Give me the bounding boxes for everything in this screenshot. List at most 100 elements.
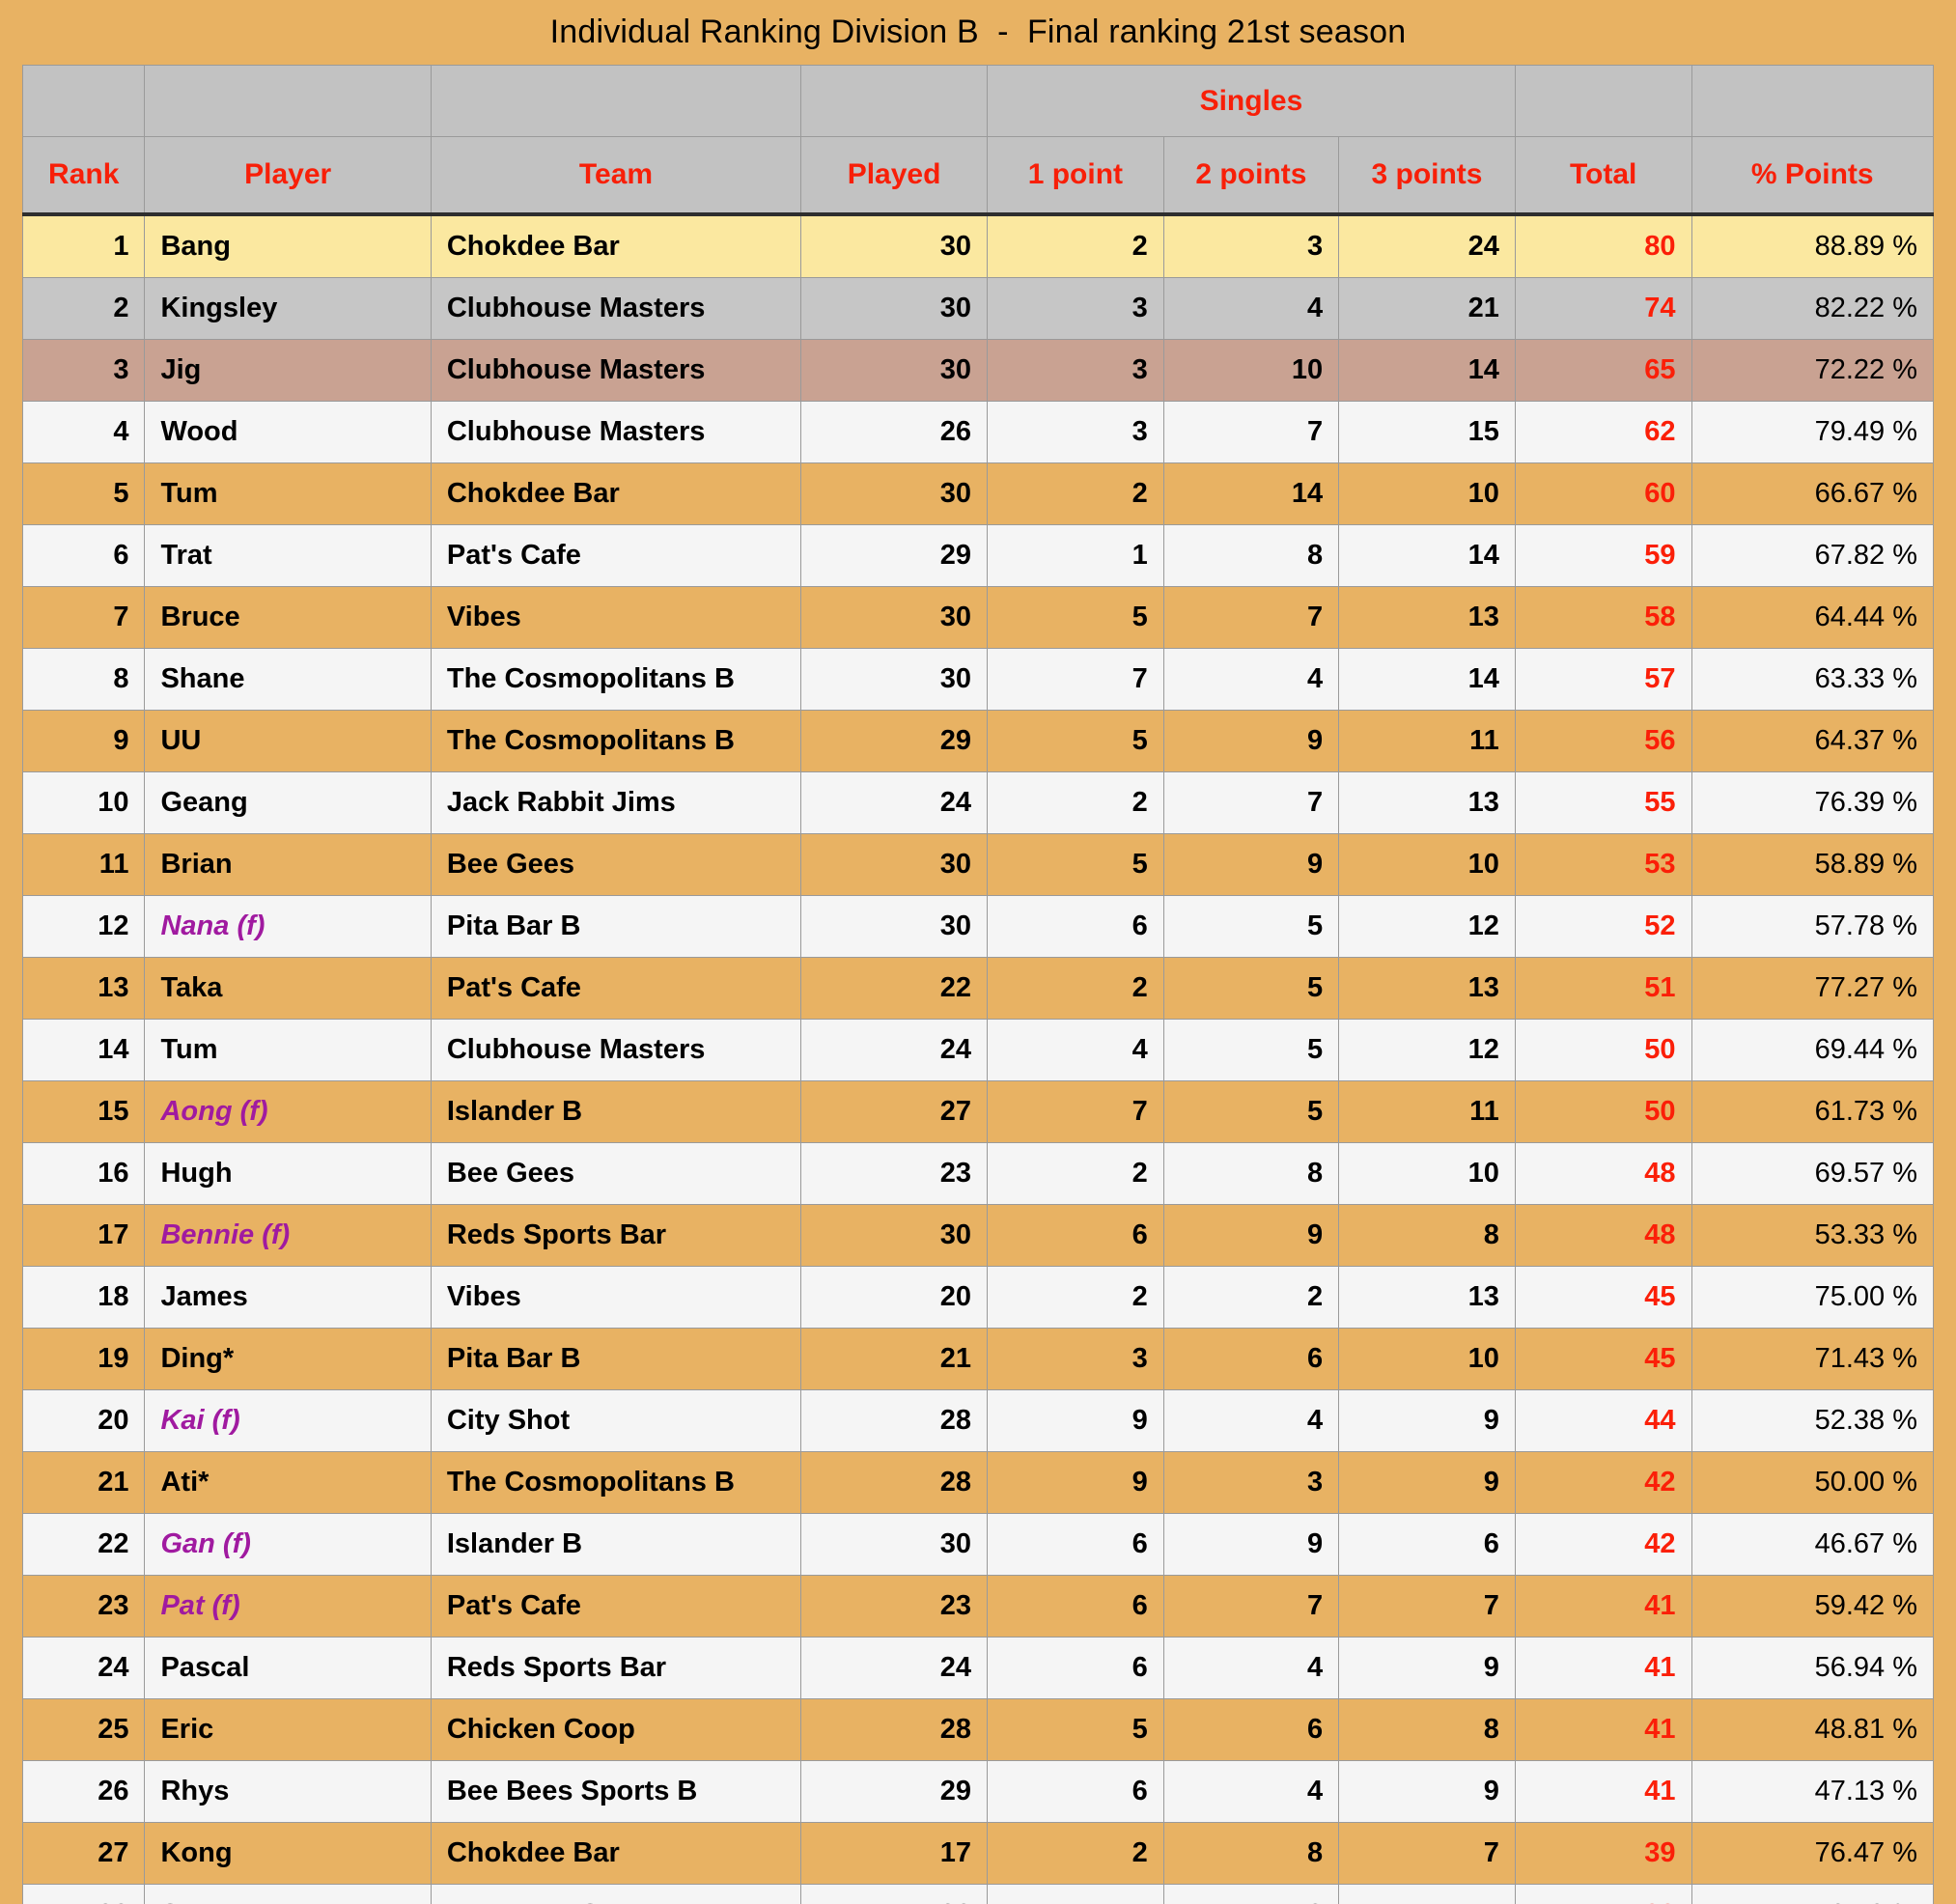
column-header-3-points[interactable]: 3 points — [1338, 136, 1516, 216]
table-row[interactable]: 21 Ati* The Cosmopolitans B 28 9 3 9 42 50.00 % — [21, 1451, 1935, 1514]
table-cell-3-points: 10 — [1338, 833, 1516, 896]
table-cell-played: 29 — [800, 1760, 989, 1823]
table-cell-player: Aong (f) — [144, 1080, 432, 1143]
table-cell-1-point: 5 — [987, 1698, 1164, 1761]
table-row[interactable]: 10 Geang Jack Rabbit Jims 24 2 7 13 55 76.39 % — [21, 771, 1935, 834]
table-cell-player: Taka — [144, 957, 432, 1020]
table-cell-rank: 11 — [21, 833, 146, 896]
column-header-2-points[interactable]: 2 points — [1162, 136, 1340, 216]
table-cell-played: 28 — [800, 1451, 989, 1514]
table-cell-team: Pita Bar B — [430, 1328, 802, 1390]
table-row[interactable]: 25 Eric Chicken Coop 28 5 6 8 41 48.81 % — [21, 1698, 1935, 1761]
table-cell-rank: 14 — [21, 1019, 146, 1081]
table-cell-2-points: 8 — [1162, 1822, 1340, 1885]
table-row[interactable]: 13 Taka Pat's Cafe 22 2 5 13 51 77.27 % — [21, 957, 1935, 1020]
table-cell-2-points: 2 — [1162, 1266, 1340, 1329]
table-cell-total: 56 — [1514, 710, 1692, 772]
table-cell-3-points: 9 — [1338, 1760, 1516, 1823]
column-header-1-point[interactable]: 1 point — [987, 136, 1164, 216]
table-cell-played: 21 — [800, 1328, 989, 1390]
table-cell-pct-points: 48.72 % — [1691, 1884, 1935, 1904]
table-cell-3-points: 13 — [1338, 1266, 1516, 1329]
table-cell-3-points: 13 — [1338, 771, 1516, 834]
table-row[interactable]: 7 Bruce Vibes 30 5 7 13 58 64.44 % — [21, 586, 1935, 649]
table-cell-total: 62 — [1514, 401, 1692, 463]
table-row[interactable]: 6 Trat Pat's Cafe 29 1 8 14 59 67.82 % — [21, 524, 1935, 587]
table-row[interactable]: 12 Nana (f) Pita Bar B 30 6 5 12 52 57.78 % — [21, 895, 1935, 958]
table-cell-1-point: 2 — [987, 1822, 1164, 1885]
column-header-team[interactable]: Team — [430, 136, 802, 216]
table-cell-total: 41 — [1514, 1760, 1692, 1823]
table-row[interactable]: 9 UU The Cosmopolitans B 29 5 9 11 56 64.37 % — [21, 710, 1935, 772]
table-cell-total: 41 — [1514, 1575, 1692, 1638]
table-row[interactable]: 20 Kai (f) City Shot 28 9 4 9 44 52.38 % — [21, 1389, 1935, 1452]
table-cell-team: Chokdee Bar — [430, 1822, 802, 1885]
table-cell-total: 58 — [1514, 586, 1692, 649]
column-header-player[interactable]: Player — [144, 136, 432, 216]
table-row[interactable]: 5 Tum Chokdee Bar 30 2 14 10 60 66.67 % — [21, 462, 1935, 525]
column-header-played[interactable]: Played — [800, 136, 989, 216]
table-cell-1-point: 3 — [987, 277, 1164, 340]
table-cell-played: 30 — [800, 277, 989, 340]
column-header-pct-points[interactable]: % Points — [1691, 136, 1935, 216]
table-cell-played: 30 — [800, 833, 989, 896]
table-cell-player: James — [144, 1266, 432, 1329]
table-cell-pct-points: 58.89 % — [1691, 833, 1935, 896]
table-row[interactable]: 2 Kingsley Clubhouse Masters 30 3 4 21 74 82.22 … — [21, 277, 1935, 340]
table-cell-pct-points: 79.49 % — [1691, 401, 1935, 463]
table-cell-played: 30 — [800, 895, 989, 958]
table-cell-2-points: 7 — [1162, 771, 1340, 834]
table-cell-3-points: 13 — [1338, 957, 1516, 1020]
table-row[interactable]: 28SteveBee Bees Sports A265673848.72 % — [21, 1884, 1935, 1904]
table-row[interactable]: 18 James Vibes 20 2 2 13 45 75.00 % — [21, 1266, 1935, 1329]
table-row[interactable]: 16 Hugh Bee Gees 23 2 8 10 48 69.57 % — [21, 1142, 1935, 1205]
table-cell-team: Bee Gees — [430, 833, 802, 896]
table-row[interactable]: 3 Jig Clubhouse Masters 30 3 10 14 65 72.22 % — [21, 339, 1935, 402]
table-cell-3-points: 12 — [1338, 895, 1516, 958]
table-row[interactable]: 1 Bang Chokdee Bar 30 2 3 24 80 88.89 % — [21, 213, 1935, 278]
table-cell-2-points: 7 — [1162, 1575, 1340, 1638]
table-cell-2-points: 4 — [1162, 1389, 1340, 1452]
table-cell-pct-points: 82.22 % — [1691, 277, 1935, 340]
table-row[interactable]: 4 Wood Clubhouse Masters 26 3 7 15 62 79.49 % — [21, 401, 1935, 463]
table-cell-player: Pascal — [144, 1637, 432, 1699]
table-row[interactable]: 17 Bennie (f) Reds Sports Bar 30 6 9 8 48 53.33 … — [21, 1204, 1935, 1267]
table-row[interactable]: 19 Ding* Pita Bar B 21 3 6 10 45 71.43 % — [21, 1328, 1935, 1390]
table-cell-1-point: 9 — [987, 1451, 1164, 1514]
table-cell-total: 52 — [1514, 895, 1692, 958]
table-row[interactable]: 22 Gan (f) Islander B 30 6 9 6 42 46.67 % — [21, 1513, 1935, 1576]
column-header-rank[interactable]: Rank — [21, 136, 146, 216]
header-group-singles: Singles — [987, 65, 1516, 137]
table-cell-rank: 20 — [21, 1389, 146, 1452]
table-cell-pct-points: 52.38 % — [1691, 1389, 1935, 1452]
table-row[interactable]: 26 Rhys Bee Bees Sports B 29 6 4 9 41 47.13 % — [21, 1760, 1935, 1823]
table-row[interactable]: 14 Tum Clubhouse Masters 24 4 5 12 50 69.44 % — [21, 1019, 1935, 1081]
table-cell-pct-points: 72.22 % — [1691, 339, 1935, 402]
table-cell-3-points: 14 — [1338, 524, 1516, 587]
table-row[interactable]: 15 Aong (f) Islander B 27 7 5 11 50 61.73 % — [21, 1080, 1935, 1143]
table-row[interactable]: 27 Kong Chokdee Bar 17 2 8 7 39 76.47 % — [21, 1822, 1935, 1885]
table-cell-pct-points: 64.44 % — [1691, 586, 1935, 649]
table-cell-2-points: 4 — [1162, 648, 1340, 711]
table-cell-player: Brian — [144, 833, 432, 896]
table-cell-1-point: 7 — [987, 648, 1164, 711]
table-cell-rank: 16 — [21, 1142, 146, 1205]
table-cell-played: 26 — [800, 401, 989, 463]
table-row[interactable]: 8 Shane The Cosmopolitans B 30 7 4 14 57 63.33 % — [21, 648, 1935, 711]
table-cell-total: 44 — [1514, 1389, 1692, 1452]
table-cell-3-points: 13 — [1338, 586, 1516, 649]
table-cell-rank: 23 — [21, 1575, 146, 1638]
header-group-row: Singles — [21, 65, 1935, 137]
table-row[interactable]: 23 Pat (f) Pat's Cafe 23 6 7 7 41 59.42 % — [21, 1575, 1935, 1638]
table-cell-player: Geang — [144, 771, 432, 834]
table-cell-pct-points: 63.33 % — [1691, 648, 1935, 711]
table-row[interactable]: 24 Pascal Reds Sports Bar 24 6 4 9 41 56.94 % — [21, 1637, 1935, 1699]
table-row[interactable]: 11 Brian Bee Gees 30 5 9 10 53 58.89 % — [21, 833, 1935, 896]
table-cell-player: UU — [144, 710, 432, 772]
column-header-total[interactable]: Total — [1514, 136, 1692, 216]
table-cell-1-point: 2 — [987, 213, 1164, 278]
table-cell-pct-points: 50.00 % — [1691, 1451, 1935, 1514]
table-cell-played: 28 — [800, 1698, 989, 1761]
table-cell-rank: 21 — [21, 1451, 146, 1514]
table-cell-rank: 15 — [21, 1080, 146, 1143]
